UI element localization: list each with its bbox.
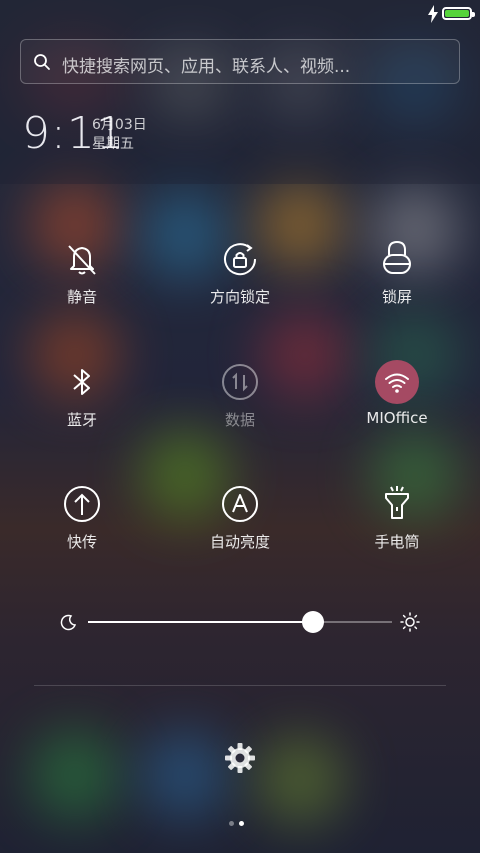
battery-icon xyxy=(442,7,475,20)
data-transfer-icon xyxy=(222,364,258,400)
search-placeholder: 快捷搜索网页、应用、联系人、视频... xyxy=(62,57,351,77)
lock-icon xyxy=(383,240,411,274)
toggle-label: 蓝牙 xyxy=(66,411,97,429)
toggle-quick-transfer[interactable]: 快传 xyxy=(2,481,162,601)
moon-icon xyxy=(60,614,77,631)
search-icon xyxy=(34,54,50,70)
battery-fill xyxy=(445,10,469,17)
weekday-label: 星期五 xyxy=(92,136,134,152)
wifi-icon xyxy=(385,373,409,393)
toggle-silent[interactable]: 静音 xyxy=(2,236,162,356)
page-indicator xyxy=(229,811,249,830)
bluetooth-icon xyxy=(73,369,90,395)
search-bar[interactable]: 快捷搜索网页、应用、联系人、视频... xyxy=(20,39,460,84)
lightning-bolt-icon xyxy=(428,5,438,23)
toggle-lock-screen[interactable]: 锁屏 xyxy=(317,236,477,356)
page-dot-active xyxy=(239,821,244,826)
toggle-wifi[interactable]: MIOffice xyxy=(317,359,477,479)
toggle-rotation-lock[interactable]: 方向锁定 xyxy=(160,236,320,356)
flashlight-icon xyxy=(385,486,409,519)
toggle-label: MIOffice xyxy=(366,409,428,427)
gear-icon[interactable] xyxy=(224,742,256,774)
brightness-fill xyxy=(88,621,313,623)
toggle-label: 手电筒 xyxy=(374,533,420,551)
brightness-thumb[interactable] xyxy=(301,611,324,633)
toggle-label: 静音 xyxy=(66,288,97,306)
bell-off-icon xyxy=(68,245,96,275)
brightness-track[interactable] xyxy=(88,611,392,633)
toggle-auto-brightness[interactable]: 自动亮度 xyxy=(160,481,320,601)
status-bar xyxy=(0,0,480,28)
date-label: 6月03日 xyxy=(92,117,147,133)
toggle-label: 数据 xyxy=(224,411,255,429)
wallpaper-blur xyxy=(140,730,230,820)
toggle-mobile-data[interactable]: 数据 xyxy=(160,359,320,479)
auto-brightness-icon xyxy=(222,486,258,522)
wifi-toggle-active-bg xyxy=(374,359,420,405)
sun-icon xyxy=(400,612,420,632)
toggle-label: 锁屏 xyxy=(381,288,412,306)
brightness-slider[interactable] xyxy=(56,606,424,638)
toggle-label: 自动亮度 xyxy=(209,533,270,551)
toggle-bluetooth[interactable]: 蓝牙 xyxy=(2,359,162,479)
divider xyxy=(34,685,446,686)
upload-icon xyxy=(64,486,100,522)
rotation-lock-icon xyxy=(224,243,257,276)
wallpaper-blur xyxy=(255,735,345,825)
toggle-label: 方向锁定 xyxy=(209,288,270,306)
toggle-flashlight[interactable]: 手电筒 xyxy=(317,481,477,601)
clock-date[interactable]: 6月03日 星期五 xyxy=(92,116,147,154)
wallpaper-blur xyxy=(30,730,120,820)
page-dot xyxy=(229,821,234,826)
toggle-label: 快传 xyxy=(66,533,97,551)
